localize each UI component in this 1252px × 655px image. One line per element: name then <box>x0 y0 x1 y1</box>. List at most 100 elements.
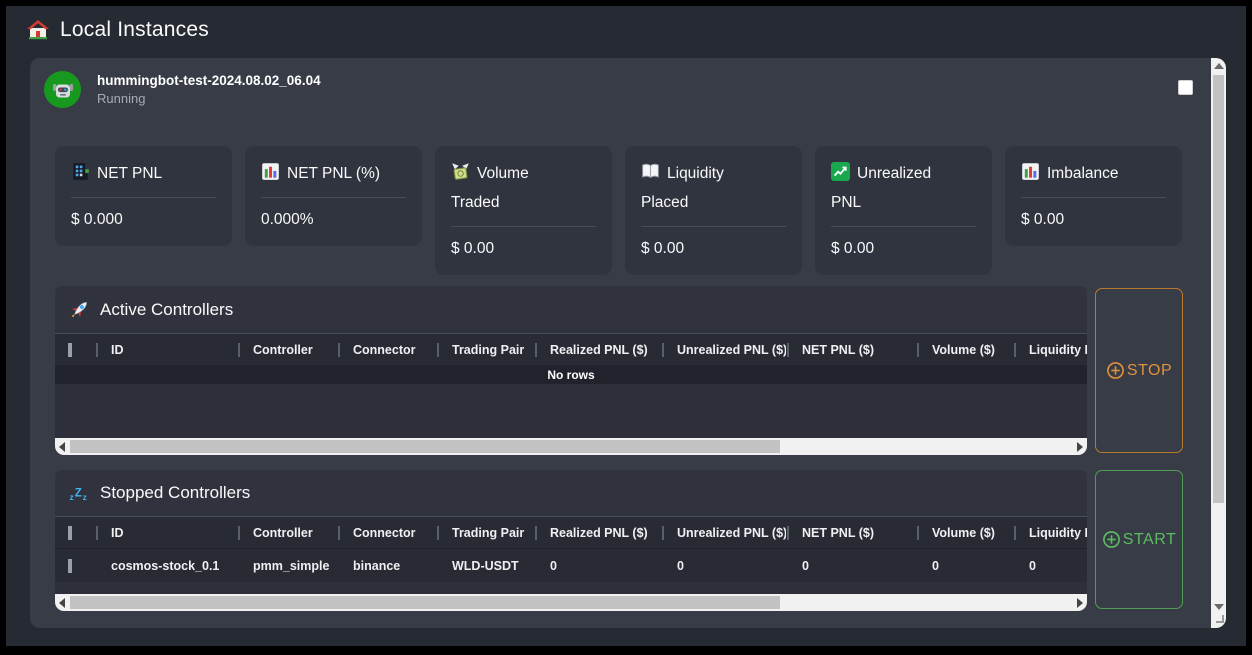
money-wings-icon <box>451 162 470 181</box>
metric-label-text: Imbalance <box>1047 165 1119 182</box>
column-header-volume[interactable]: Volume ($) <box>916 526 1013 540</box>
metrics-row: NET PNL $ 0.000 NET PNL (%) 0.000% Volum… <box>55 146 1182 275</box>
row-cell-net-pnl: 0 <box>786 559 916 573</box>
horizontal-scroll-thumb[interactable] <box>70 440 780 453</box>
plus-circle-icon <box>1102 530 1121 549</box>
divider <box>71 197 216 198</box>
metric-label: NET PNL <box>71 159 216 188</box>
row-cell-id: cosmos-stock_0.1 <box>95 559 237 573</box>
chart-up-icon <box>831 162 850 181</box>
column-header-connector[interactable]: Connector <box>337 526 436 540</box>
start-button[interactable]: START <box>1095 470 1183 609</box>
column-header-trading-pair[interactable]: Trading Pair <box>436 526 534 540</box>
metric-card-unrealized-pnl: Unrealized PNL $ 0.00 <box>815 146 992 275</box>
column-header-id[interactable]: ID <box>95 343 237 357</box>
row-checkbox[interactable] <box>68 559 72 573</box>
svg-text:z: z <box>70 491 74 501</box>
active-table-horizontal-scrollbar[interactable] <box>55 438 1087 455</box>
active-table-body <box>55 384 1087 438</box>
instance-select-checkbox[interactable] <box>1178 80 1193 95</box>
window-frame: Local Instances hummingbot-test-2024.08.… <box>0 0 1252 655</box>
row-cell-controller: pmm_simple <box>237 559 337 573</box>
scroll-right-arrow-icon[interactable] <box>1077 598 1083 608</box>
active-controllers-title: Active Controllers <box>100 300 233 320</box>
column-header-liquidity[interactable]: Liquidity P <box>1013 526 1087 540</box>
vertical-scroll-thumb[interactable] <box>1213 75 1224 503</box>
instance-header: hummingbot-test-2024.08.02_06.04 Running <box>44 71 321 108</box>
scroll-left-arrow-icon[interactable] <box>59 442 65 452</box>
page-background: Local Instances hummingbot-test-2024.08.… <box>6 6 1246 646</box>
robot-avatar-icon <box>44 71 81 108</box>
metric-value: $ 0.00 <box>1021 209 1166 231</box>
scroll-right-arrow-icon[interactable] <box>1077 442 1083 452</box>
column-header-net-pnl[interactable]: NET PNL ($) <box>786 526 916 540</box>
stopped-controllers-header: zZz Stopped Controllers <box>55 470 1087 516</box>
stopped-controllers-panel: zZz Stopped Controllers ID Controller Co… <box>55 470 1087 611</box>
stop-button-label: STOP <box>1127 362 1172 380</box>
resize-grip-icon[interactable] <box>1216 615 1224 623</box>
row-cell-liquidity: 0 <box>1013 559 1087 573</box>
start-button-label: START <box>1123 531 1176 549</box>
column-header-realized-pnl[interactable]: Realized PNL ($) <box>534 343 661 357</box>
scroll-down-arrow-icon[interactable] <box>1214 604 1224 610</box>
row-cell-connector: binance <box>337 559 436 573</box>
open-book-icon <box>641 162 660 181</box>
active-controllers-panel: Active Controllers ID Controller Connect… <box>55 286 1087 455</box>
stopped-controllers-title: Stopped Controllers <box>100 483 250 503</box>
metric-label-text: NET PNL <box>97 165 162 182</box>
table-row[interactable]: cosmos-stock_0.1 pmm_simple binance WLD-… <box>55 549 1087 582</box>
column-header-net-pnl[interactable]: NET PNL ($) <box>786 343 916 357</box>
metric-value: $ 0.00 <box>641 238 786 260</box>
instance-name: hummingbot-test-2024.08.02_06.04 <box>97 73 321 88</box>
metric-label: Liquidity Placed <box>641 159 753 217</box>
divider <box>831 226 976 227</box>
sleep-zzz-icon: zZz <box>69 483 90 504</box>
scroll-left-arrow-icon[interactable] <box>59 598 65 608</box>
header-cell-select <box>55 526 95 540</box>
column-header-controller[interactable]: Controller <box>237 526 337 540</box>
select-all-checkbox[interactable] <box>68 526 72 540</box>
divider <box>1021 197 1166 198</box>
bar-chart-icon <box>261 162 280 181</box>
column-header-volume[interactable]: Volume ($) <box>916 343 1013 357</box>
scroll-up-arrow-icon[interactable] <box>1214 63 1224 69</box>
svg-text:z: z <box>83 491 87 501</box>
column-header-realized-pnl[interactable]: Realized PNL ($) <box>534 526 661 540</box>
bank-icon <box>71 162 90 181</box>
column-header-trading-pair[interactable]: Trading Pair <box>436 343 534 357</box>
metric-value: $ 0.000 <box>71 209 216 231</box>
column-header-controller[interactable]: Controller <box>237 343 337 357</box>
plus-circle-icon <box>1106 361 1125 380</box>
svg-text:Z: Z <box>75 487 82 499</box>
instance-card: hummingbot-test-2024.08.02_06.04 Running… <box>30 58 1226 628</box>
column-header-unrealized-pnl[interactable]: Unrealized PNL ($) <box>661 526 786 540</box>
metric-card-net-pnl-pct: NET PNL (%) 0.000% <box>245 146 422 246</box>
column-header-connector[interactable]: Connector <box>337 343 436 357</box>
stop-button[interactable]: STOP <box>1095 288 1183 453</box>
horizontal-scroll-thumb[interactable] <box>70 596 780 609</box>
rocket-icon <box>69 299 90 320</box>
column-header-unrealized-pnl[interactable]: Unrealized PNL ($) <box>661 343 786 357</box>
house-icon <box>26 18 50 42</box>
card-vertical-scrollbar[interactable] <box>1211 58 1226 628</box>
metric-value: $ 0.00 <box>831 238 976 260</box>
select-all-checkbox[interactable] <box>68 343 72 357</box>
metric-value: 0.000% <box>261 209 406 231</box>
active-table-header: ID Controller Connector Trading Pair Rea… <box>55 333 1087 366</box>
metric-label-text: NET PNL (%) <box>287 165 380 182</box>
stopped-table-horizontal-scrollbar[interactable] <box>55 594 1087 611</box>
row-cell-volume: 0 <box>916 559 1013 573</box>
column-header-liquidity[interactable]: Liquidity P <box>1013 343 1087 357</box>
metric-card-liquidity-placed: Liquidity Placed $ 0.00 <box>625 146 802 275</box>
active-controllers-header: Active Controllers <box>55 286 1087 333</box>
column-header-id[interactable]: ID <box>95 526 237 540</box>
page-title: Local Instances <box>60 18 209 42</box>
instance-status: Running <box>97 91 321 106</box>
divider <box>261 197 406 198</box>
row-cell-unrealized-pnl: 0 <box>661 559 786 573</box>
stopped-table-header: ID Controller Connector Trading Pair Rea… <box>55 516 1087 549</box>
row-cell-realized-pnl: 0 <box>534 559 661 573</box>
metric-card-net-pnl: NET PNL $ 0.000 <box>55 146 232 246</box>
header-cell-select <box>55 343 95 357</box>
divider <box>641 226 786 227</box>
